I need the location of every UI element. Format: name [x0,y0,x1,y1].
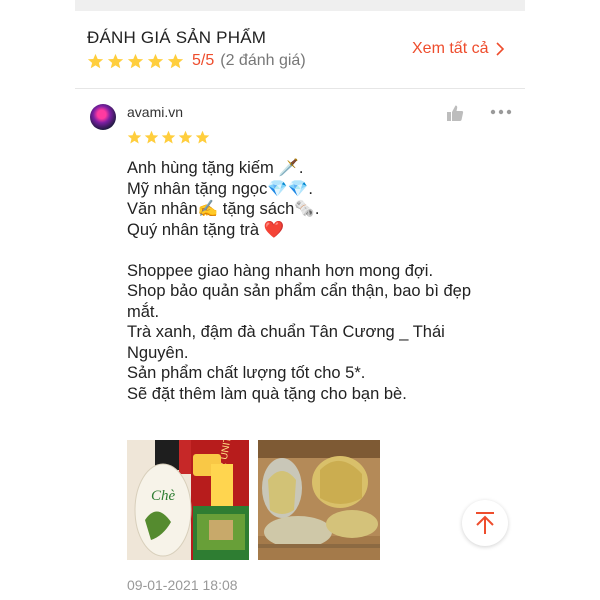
star-icon [161,130,176,144]
username[interactable]: avami.vn [127,104,183,120]
review-stars [127,130,212,145]
see-all-link[interactable]: Xem tất cả [412,40,506,58]
star-icon [127,130,142,144]
star-icon [147,53,164,68]
review-line: Shop bảo quản sản phẩm cẩn thận, bao bì … [127,282,472,321]
star-icon [178,130,193,144]
summary-stars [87,53,187,70]
review-line: Quý nhân tặng trà ❤️ [127,220,285,239]
review-line: Trà xanh, đậm đà chuẩn Tân Cương _ Thái … [127,323,445,362]
review-text: Anh hùng tặng kiếm 🗡️. Mỹ nhân tặng ngọc💎… [127,158,497,404]
review-photo[interactable]: R UNITE Chè [127,440,249,560]
review-line: Anh hùng tặng kiếm 🗡️. [127,159,304,177]
tea-package-photo: R UNITE Chè [127,440,249,560]
chevron-right-icon [496,42,505,56]
review-photo[interactable] [258,440,380,560]
star-icon [127,53,144,68]
top-strip [75,0,525,11]
arrow-up-icon [476,512,494,534]
review-line [127,240,497,261]
star-icon [107,53,124,68]
section-title: ĐÁNH GIÁ SẢN PHẨM [87,28,267,47]
scroll-to-top-button[interactable] [462,500,508,546]
star-icon [167,53,184,68]
see-all-label: Xem tất cả [412,40,489,57]
review-line: Sản phẩm chất lượng tốt cho 5*. [127,364,366,382]
review-line: Mỹ nhân tặng ngọc💎💎. [127,179,314,198]
review-timestamp: 09-01-2021 18:08 [127,577,238,593]
tea-label-text: Chè [151,488,176,504]
thumbs-up-icon[interactable] [446,104,464,122]
rating-summary: 5/5 (2 đánh giá) [87,52,306,70]
more-icon[interactable] [490,106,512,118]
box-photo [258,440,380,560]
rating-count: (2 đánh giá) [220,52,306,69]
star-icon [195,130,210,144]
star-icon [87,53,104,68]
review-line: Shoppee giao hàng nhanh hơn mong đợi. [127,261,434,280]
review-line: Văn nhân✍️ tặng sách🗞️. [127,200,320,218]
star-icon [144,130,159,144]
rating-score: 5/5 [192,52,215,69]
divider [75,88,525,89]
review-line: Sẽ đặt thêm làm quà tặng cho bạn bè. [127,384,407,403]
avatar[interactable] [90,104,116,130]
